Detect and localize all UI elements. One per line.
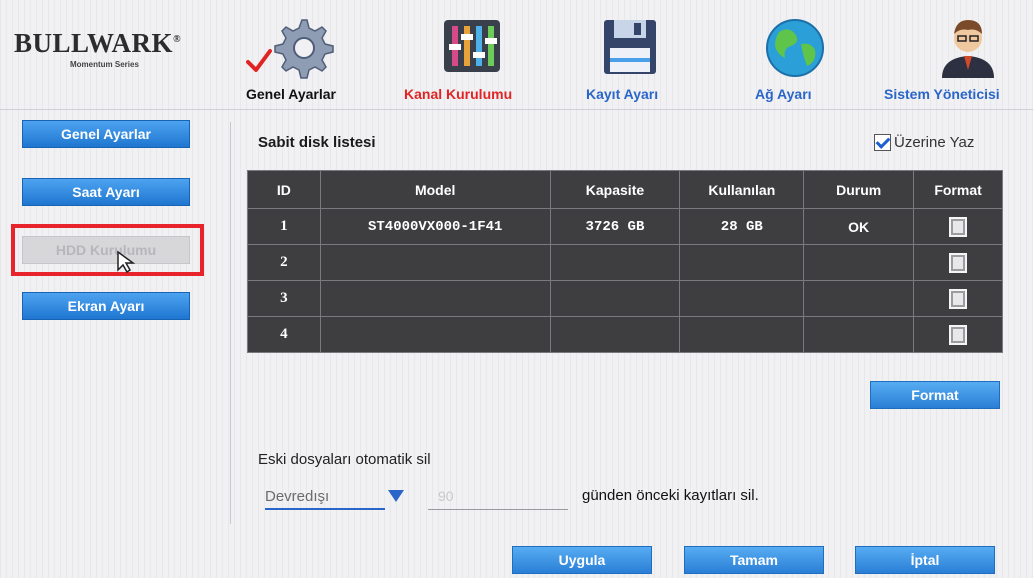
column-header: Kullanılan xyxy=(679,170,805,209)
admin-user-icon xyxy=(942,20,994,78)
nav-label: Sistem Yöneticisi xyxy=(884,86,1000,102)
gear-icon xyxy=(274,19,334,79)
cell-id: 2 xyxy=(247,244,321,281)
format-checkbox[interactable] xyxy=(949,324,968,345)
sidebar-item-ekran-ayari[interactable]: Ekran Ayarı xyxy=(22,292,190,320)
cell-capacity xyxy=(549,244,681,281)
cancel-button[interactable]: İptal xyxy=(855,546,995,574)
cell-id: 4 xyxy=(247,316,321,353)
top-navigation: BULLWARK® Momentum Series Genel Ayarlar xyxy=(0,0,1033,110)
column-header: Format xyxy=(913,170,1003,209)
format-checkbox[interactable] xyxy=(949,216,968,237)
cell-status xyxy=(803,244,915,281)
cell-id: 1 xyxy=(247,208,321,245)
column-header: Model xyxy=(319,170,551,209)
nav-sistem-yoneticisi[interactable]: Sistem Yöneticisi xyxy=(884,14,1033,106)
cell-used: 28 GB xyxy=(679,208,805,245)
cell-used xyxy=(679,244,805,281)
cell-status xyxy=(803,316,915,353)
globe-icon xyxy=(766,19,824,77)
apply-button[interactable]: Uygula xyxy=(512,546,652,574)
cell-status xyxy=(803,280,915,317)
days-suffix-label: günden önceki kayıtları sil. xyxy=(582,487,759,504)
cell-model xyxy=(319,280,551,317)
format-checkbox[interactable] xyxy=(949,288,968,309)
cell-model xyxy=(319,316,551,353)
table-row[interactable]: 2 xyxy=(247,244,1003,281)
cell-capacity: 3726 GB xyxy=(549,208,681,245)
content-divider xyxy=(230,122,231,524)
equalizer-icon xyxy=(444,20,500,72)
cell-model: ST4000VX000-1F41 xyxy=(319,208,551,245)
column-header: ID xyxy=(247,170,321,209)
cell-used xyxy=(679,316,805,353)
column-header: Durum xyxy=(803,170,915,209)
nav-genel-ayarlar[interactable]: Genel Ayarlar xyxy=(246,14,376,106)
mouse-cursor-icon xyxy=(117,250,136,274)
format-checkbox[interactable] xyxy=(949,252,968,273)
nav-kayit-ayari[interactable]: Kayıt Ayarı xyxy=(586,14,696,106)
floppy-disk-icon xyxy=(604,20,656,74)
cell-used xyxy=(679,280,805,317)
days-input[interactable]: 90 xyxy=(428,484,568,510)
overwrite-checkbox[interactable]: Üzerine Yaz xyxy=(874,134,974,151)
chevron-down-icon[interactable] xyxy=(386,486,406,506)
table-row[interactable]: 4 xyxy=(247,316,1003,353)
format-button[interactable]: Format xyxy=(870,381,1000,409)
cell-format xyxy=(913,244,1003,281)
auto-delete-label: Eski dosyaları otomatik sil xyxy=(258,451,431,468)
nav-label: Kanal Kurulumu xyxy=(404,86,513,102)
sidebar-item-genel-ayarlar[interactable]: Genel Ayarlar xyxy=(22,120,190,148)
nav-kanal-kurulumu[interactable]: Kanal Kurulumu xyxy=(404,14,544,106)
cell-format xyxy=(913,280,1003,317)
table-row[interactable]: 1 ST4000VX000-1F41 3726 GB 28 GB OK xyxy=(247,208,1003,245)
checkbox-checked-icon[interactable] xyxy=(874,134,891,151)
highlight-annotation xyxy=(11,224,204,276)
nav-label: Genel Ayarlar xyxy=(246,86,337,102)
cell-model xyxy=(319,244,551,281)
overwrite-label: Üzerine Yaz xyxy=(894,134,975,151)
cell-capacity xyxy=(549,316,681,353)
column-header: Kapasite xyxy=(549,170,681,209)
auto-delete-select[interactable]: Devredışı xyxy=(265,484,385,510)
cell-status: OK xyxy=(803,208,915,245)
cell-capacity xyxy=(549,280,681,317)
cell-format xyxy=(913,208,1003,245)
disk-table: ID Model Kapasite Kullanılan Durum Forma… xyxy=(247,170,1003,353)
cell-id: 3 xyxy=(247,280,321,317)
brand-logo: BULLWARK® Momentum Series xyxy=(14,28,182,69)
nav-ag-ayari[interactable]: Ağ Ayarı xyxy=(755,14,855,106)
cell-format xyxy=(913,316,1003,353)
table-row[interactable]: 3 xyxy=(247,280,1003,317)
nav-label: Ağ Ayarı xyxy=(755,86,812,102)
section-title: Sabit disk listesi xyxy=(258,134,376,151)
nav-label: Kayıt Ayarı xyxy=(586,86,659,102)
ok-button[interactable]: Tamam xyxy=(684,546,824,574)
sidebar-item-saat-ayari[interactable]: Saat Ayarı xyxy=(22,178,190,206)
